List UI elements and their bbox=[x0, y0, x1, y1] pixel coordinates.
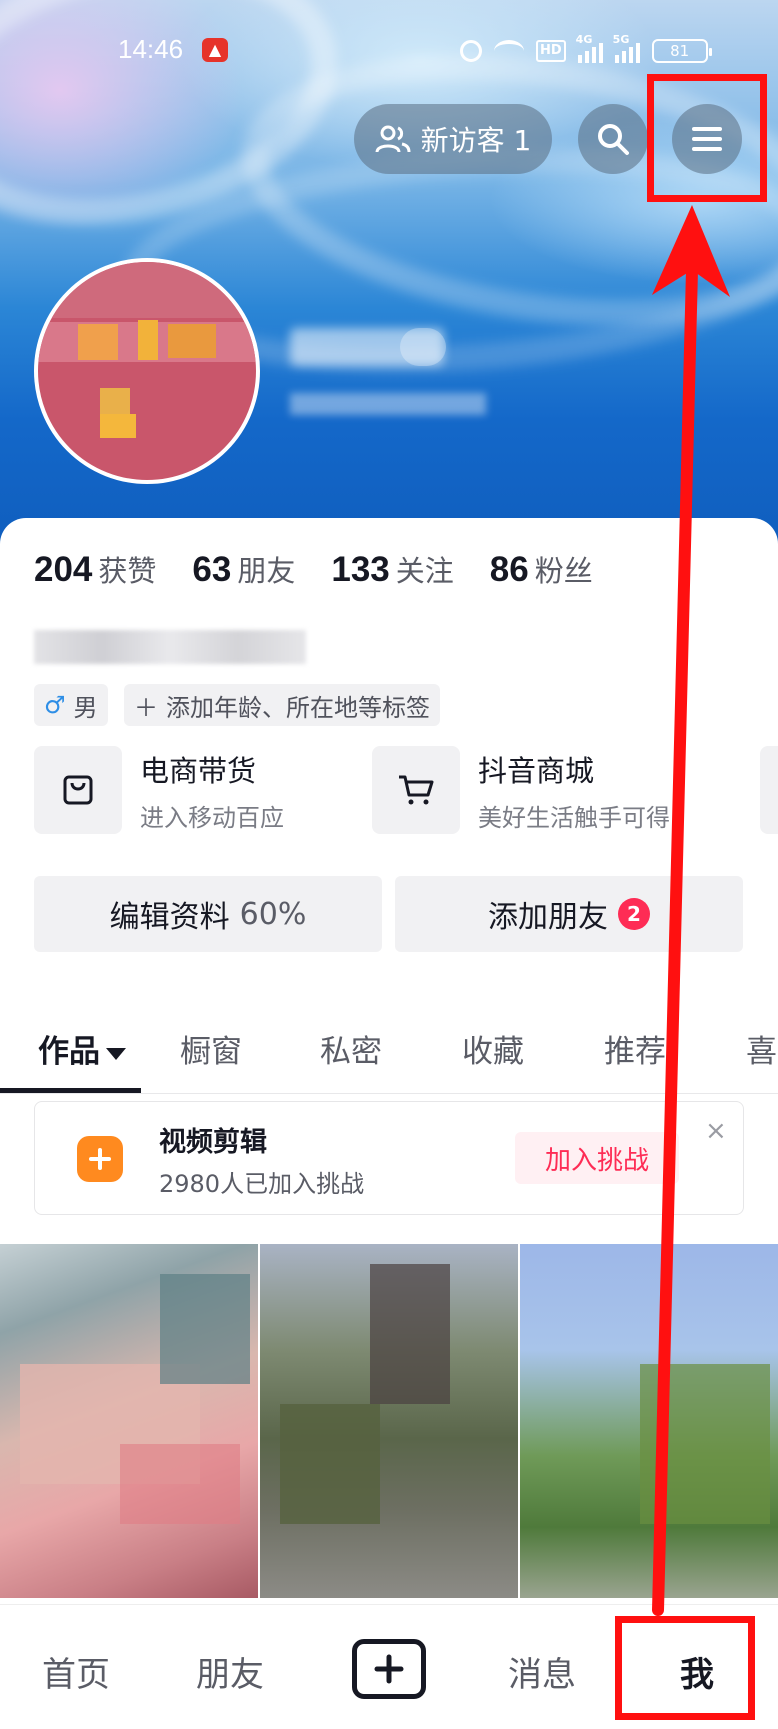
create-post-button[interactable] bbox=[352, 1639, 426, 1699]
male-icon: ♂ bbox=[44, 691, 66, 719]
video-grid bbox=[0, 1244, 778, 1598]
nav-messages[interactable]: 消息 bbox=[508, 1647, 576, 1696]
stat-followers-value[interactable]: 86 bbox=[490, 550, 529, 590]
stat-friends-label[interactable]: 朋友 bbox=[237, 548, 295, 590]
gender-label: 男 bbox=[73, 693, 98, 722]
signal-5g-icon: 5G bbox=[613, 33, 640, 63]
video-thumbnail[interactable] bbox=[260, 1244, 518, 1598]
new-visitor-button[interactable]: 新访客 1 bbox=[354, 104, 552, 174]
bag-icon bbox=[34, 746, 122, 834]
service-mall-subtitle: 美好生活触手可得 bbox=[478, 803, 670, 832]
tab-favorites[interactable]: 收藏 bbox=[462, 1026, 524, 1071]
annotation-highlight-me bbox=[615, 1616, 755, 1720]
close-icon[interactable]: × bbox=[705, 1116, 727, 1146]
tab-likes-partial[interactable]: 喜 bbox=[746, 1026, 777, 1071]
net-4g-label: 4G bbox=[575, 33, 593, 46]
challenge-card[interactable]: 视频剪辑 2980人已加入挑战 加入挑战 × bbox=[34, 1101, 744, 1215]
avatar-pixel bbox=[38, 262, 256, 318]
tab-works[interactable]: 作品 bbox=[38, 1026, 126, 1071]
status-icons: HD 4G 5G 81 bbox=[460, 33, 712, 66]
user-id-blurred bbox=[290, 393, 486, 415]
stats-row: 204 获赞 63 朋友 133 关注 86 粉丝 bbox=[34, 548, 629, 590]
nav-home[interactable]: 首页 bbox=[42, 1647, 110, 1696]
plus-icon: ＋ bbox=[134, 693, 158, 722]
avatar-pixel bbox=[100, 388, 130, 414]
status-time: 14:46 bbox=[118, 34, 184, 64]
join-challenge-button[interactable]: 加入挑战 bbox=[515, 1132, 679, 1184]
net-5g-label: 5G bbox=[612, 33, 630, 46]
stat-likes-label[interactable]: 获赞 bbox=[98, 548, 156, 590]
nav-friends[interactable]: 朋友 bbox=[196, 1647, 264, 1696]
service-ecommerce[interactable]: 电商带货 进入移动百应 bbox=[34, 746, 284, 834]
active-tab-indicator bbox=[0, 1088, 141, 1093]
edit-profile-button[interactable]: 编辑资料 60% bbox=[34, 876, 382, 952]
tab-private[interactable]: 私密 bbox=[320, 1026, 382, 1071]
tab-works-label: 作品 bbox=[38, 1034, 100, 1070]
plus-icon bbox=[374, 1654, 404, 1684]
video-thumbnail[interactable] bbox=[520, 1244, 778, 1598]
add-friend-badge: 2 bbox=[618, 898, 650, 930]
avatar-pixel bbox=[78, 324, 118, 360]
stat-followers-label[interactable]: 粉丝 bbox=[535, 548, 593, 590]
new-visitor-label: 新访客 1 bbox=[420, 124, 532, 157]
service-mall-title: 抖音商城 bbox=[478, 753, 595, 788]
add-tags-button[interactable]: ＋ 添加年龄、所在地等标签 bbox=[124, 684, 440, 726]
cart-icon bbox=[372, 746, 460, 834]
avatar-pixel bbox=[168, 324, 216, 358]
dropdown-caret-icon bbox=[106, 1047, 126, 1060]
service-ecommerce-title: 电商带货 bbox=[140, 753, 257, 788]
tab-recommend[interactable]: 推荐 bbox=[604, 1026, 666, 1071]
video-thumbnail[interactable] bbox=[0, 1244, 258, 1598]
tab-showcase[interactable]: 橱窗 bbox=[180, 1026, 242, 1071]
avatar[interactable] bbox=[34, 258, 260, 484]
edit-profile-label: 编辑资料 bbox=[109, 900, 230, 935]
annotation-highlight-menu bbox=[647, 74, 767, 202]
people-icon bbox=[375, 125, 411, 153]
video-edit-icon bbox=[77, 1136, 123, 1182]
challenge-title: 视频剪辑 bbox=[159, 1127, 267, 1158]
avatar-pixel bbox=[100, 414, 136, 438]
stat-likes-value[interactable]: 204 bbox=[34, 550, 92, 590]
gender-tag[interactable]: ♂ 男 bbox=[34, 684, 108, 726]
service-ecommerce-subtitle: 进入移动百应 bbox=[140, 803, 284, 832]
hd-icon: HD bbox=[536, 40, 566, 62]
avatar-pixel bbox=[138, 320, 158, 360]
signal-4g-icon: 4G bbox=[576, 33, 603, 63]
service-douyin-mall[interactable]: 抖音商城 美好生活触手可得 bbox=[372, 746, 702, 834]
battery-icon: 81 bbox=[651, 39, 712, 63]
search-button[interactable] bbox=[578, 104, 648, 174]
content-tabs: 作品 橱窗 私密 收藏 推荐 喜 bbox=[0, 1004, 778, 1094]
stat-following-value[interactable]: 133 bbox=[331, 550, 389, 590]
stat-friends-value[interactable]: 63 bbox=[192, 550, 231, 590]
challenge-subtitle: 2980人已加入挑战 bbox=[159, 1170, 365, 1198]
edit-profile-progress: 60% bbox=[239, 896, 307, 932]
profile-card: 204 获赞 63 朋友 133 关注 86 粉丝 ♂ 男 ＋ 添加年龄、所在地… bbox=[0, 518, 778, 1729]
add-friend-button[interactable]: 添加朋友 2 bbox=[395, 876, 743, 952]
search-icon bbox=[598, 124, 629, 155]
bio-blurred bbox=[34, 630, 306, 664]
stat-following-label[interactable]: 关注 bbox=[396, 548, 454, 590]
add-tags-label: 添加年龄、所在地等标签 bbox=[166, 693, 430, 722]
wifi-icon bbox=[494, 40, 524, 62]
alarm-icon bbox=[460, 40, 482, 62]
app-notification-icon: ▲ bbox=[202, 38, 228, 62]
add-friend-label: 添加朋友 bbox=[488, 900, 608, 935]
edit-name-chip[interactable] bbox=[400, 328, 446, 366]
service-next-partial[interactable] bbox=[760, 746, 778, 834]
